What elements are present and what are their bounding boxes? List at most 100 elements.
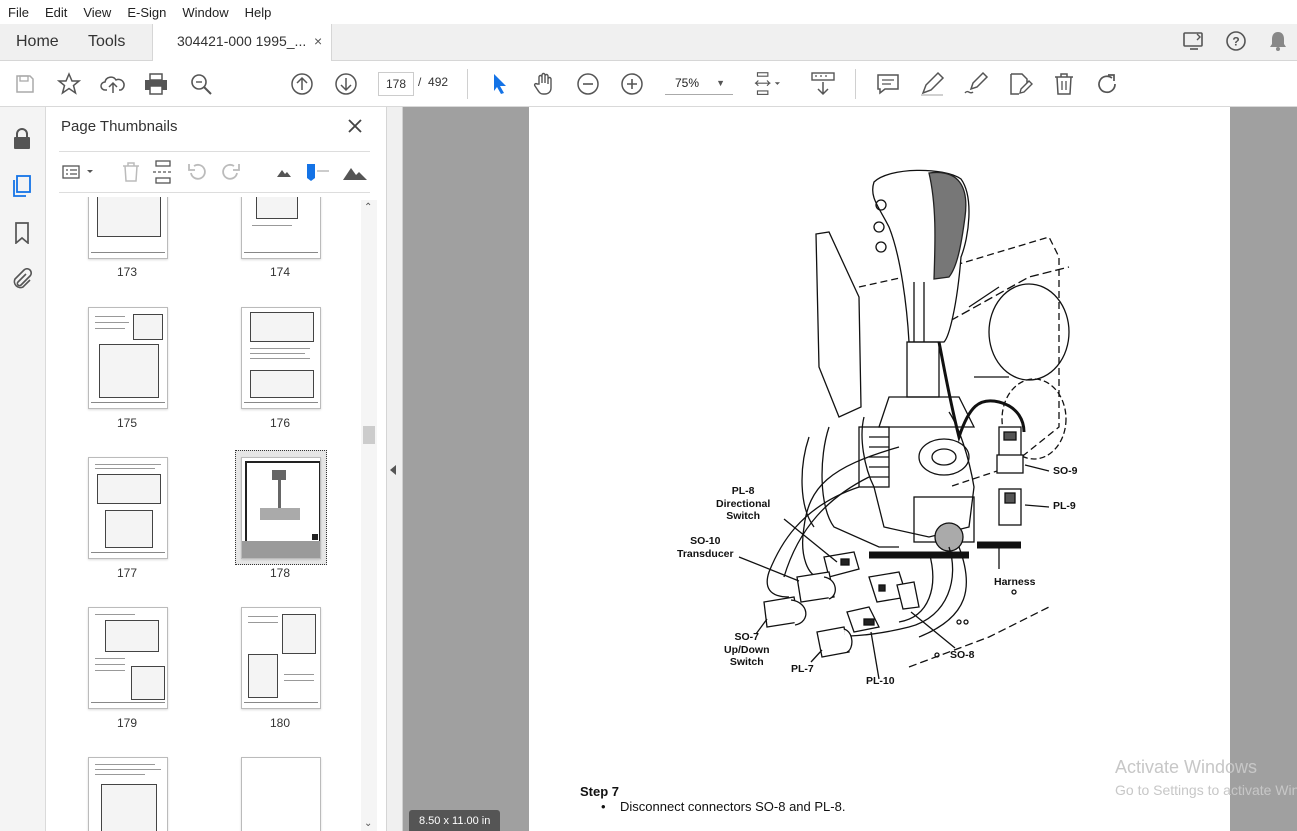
tab-tools[interactable]: Tools xyxy=(88,24,125,60)
panel-title: Page Thumbnails xyxy=(61,118,178,135)
thumbnail-label: 178 xyxy=(269,566,291,580)
thumbnail-page[interactable] xyxy=(88,457,168,559)
thumbnail-label: 179 xyxy=(116,716,138,730)
highlight-pen-icon[interactable] xyxy=(919,71,945,97)
page-thumbnails-panel: Page Thumbnails 173 174 175 176 177 178 … xyxy=(46,107,387,831)
chevron-down-icon: ▼ xyxy=(716,78,725,88)
edit-document-icon[interactable] xyxy=(1007,71,1033,97)
thumbnail-list: 173 174 175 176 177 178 179 180 xyxy=(59,197,359,831)
callout-so7: SO-7 Up/Down Switch xyxy=(724,631,770,668)
menu-esign[interactable]: E-Sign xyxy=(119,5,174,20)
delete-icon[interactable] xyxy=(1051,71,1077,97)
page-total: / 492 xyxy=(418,75,449,89)
bookmark-icon[interactable] xyxy=(10,221,34,245)
tab-document[interactable]: 304421-000 1995_... × xyxy=(152,24,332,61)
draw-icon[interactable] xyxy=(963,71,989,97)
menu-file[interactable]: File xyxy=(0,5,37,20)
menu-view[interactable]: View xyxy=(75,5,119,20)
callout-pl8: PL-8 Directional Switch xyxy=(716,485,771,522)
select-cursor-icon[interactable] xyxy=(487,71,513,97)
page-size-badge: 8.50 x 11.00 in xyxy=(409,810,501,831)
menu-bar: File Edit View E-Sign Window Help xyxy=(0,0,1297,24)
thumbnail-page[interactable] xyxy=(88,757,168,831)
callout-so10: SO-10 Transducer xyxy=(677,535,734,560)
menu-window[interactable]: Window xyxy=(174,5,236,20)
page-fit-icon[interactable] xyxy=(754,71,780,97)
toolbar-divider xyxy=(467,69,468,99)
callout-harness: Harness xyxy=(994,576,1036,588)
thumbnail-size-slider[interactable] xyxy=(304,160,330,184)
thumbnail-size-small-icon[interactable] xyxy=(272,160,296,184)
step-title: Step 7 xyxy=(580,784,620,799)
close-panel-icon[interactable] xyxy=(344,115,366,137)
thumbnail-label: 173 xyxy=(116,265,138,279)
callout-pl7: PL-7 xyxy=(791,663,814,675)
comment-icon[interactable] xyxy=(875,71,901,97)
panel-toolbar xyxy=(59,151,370,193)
scroll-up-icon[interactable]: ⌃ xyxy=(364,202,372,213)
toolbar: 178 / 492 75% ▼ xyxy=(0,61,1297,107)
zoom-out-icon[interactable] xyxy=(575,71,601,97)
help-icon[interactable]: ? xyxy=(1224,29,1248,53)
svg-text:?: ? xyxy=(1232,35,1239,49)
thumbnail-size-large-icon[interactable] xyxy=(342,160,368,184)
cloud-upload-icon[interactable] xyxy=(100,71,126,97)
thumbnail-page[interactable] xyxy=(241,607,321,709)
extract-pages-icon[interactable] xyxy=(151,160,175,184)
delete-pages-icon[interactable] xyxy=(119,160,143,184)
toolbar-divider xyxy=(855,69,856,99)
scroll-mode-icon[interactable] xyxy=(810,71,836,97)
tab-home[interactable]: Home xyxy=(16,24,59,60)
thumbnail-label: 180 xyxy=(269,716,291,730)
thumbnail-page[interactable] xyxy=(88,607,168,709)
zoom-level-select[interactable]: 75% ▼ xyxy=(665,72,733,95)
star-icon[interactable] xyxy=(56,71,82,97)
rotate-left-icon[interactable] xyxy=(185,160,209,184)
scrollbar-thumb[interactable] xyxy=(363,426,375,444)
thumbnail-label: 174 xyxy=(269,265,291,279)
document-page: PL-8 Directional Switch SO-10 Transducer… xyxy=(529,107,1230,831)
print-icon[interactable] xyxy=(143,71,169,97)
page-number-input[interactable]: 178 xyxy=(378,72,414,96)
scroll-down-icon[interactable]: ⌄ xyxy=(364,818,372,829)
thumbnail-page[interactable] xyxy=(88,197,168,259)
panel-splitter[interactable] xyxy=(387,107,403,831)
thumbnail-page[interactable] xyxy=(241,757,321,831)
tab-bar: Home Tools 304421-000 1995_... × ? xyxy=(0,24,1297,61)
close-tab-icon[interactable]: × xyxy=(314,33,322,49)
thumbnail-label: 177 xyxy=(116,566,138,580)
thumbnail-label: 175 xyxy=(116,416,138,430)
thumbnail-page[interactable] xyxy=(241,197,321,259)
callout-so8: SO-8 xyxy=(950,649,975,661)
activation-watermark-title: Activate Windows xyxy=(1115,757,1258,777)
thumbnail-page[interactable] xyxy=(241,307,321,409)
callout-pl10: PL-10 xyxy=(866,675,895,687)
rotate-right-icon[interactable] xyxy=(219,160,243,184)
menu-help[interactable]: Help xyxy=(237,5,280,20)
callout-pl9: PL-9 xyxy=(1053,500,1076,512)
zoom-in-icon[interactable] xyxy=(619,71,645,97)
page-thumbnails-icon[interactable] xyxy=(10,174,34,198)
notification-bell-icon[interactable] xyxy=(1266,29,1290,53)
tab-document-title: 304421-000 1995_... xyxy=(177,33,307,49)
attachment-icon[interactable] xyxy=(10,267,34,291)
document-viewer[interactable]: PL-8 Directional Switch SO-10 Transducer… xyxy=(403,107,1297,831)
callout-so9: SO-9 xyxy=(1053,465,1078,477)
save-icon[interactable] xyxy=(12,71,38,97)
hand-tool-icon[interactable] xyxy=(531,71,557,97)
previous-page-icon[interactable] xyxy=(289,71,315,97)
step-instruction: • Disconnect connectors SO-8 and PL-8. xyxy=(601,799,846,814)
activation-watermark-subtitle: Go to Settings to activate Windows. xyxy=(1115,782,1297,798)
collapse-panel-icon[interactable] xyxy=(390,465,396,475)
share-screen-icon[interactable] xyxy=(1182,29,1206,53)
search-zoom-icon[interactable] xyxy=(188,71,214,97)
thumbnail-page[interactable] xyxy=(88,307,168,409)
menu-edit[interactable]: Edit xyxy=(37,5,75,20)
next-page-icon[interactable] xyxy=(333,71,359,97)
thumbnail-options-icon[interactable] xyxy=(61,160,97,184)
thumbnail-page-selected[interactable] xyxy=(241,457,321,559)
redo-icon[interactable] xyxy=(1095,71,1121,97)
lock-icon[interactable] xyxy=(10,127,34,151)
thumbnail-label: 176 xyxy=(269,416,291,430)
thumbnail-scrollbar[interactable]: ⌃ ⌄ xyxy=(361,200,377,831)
